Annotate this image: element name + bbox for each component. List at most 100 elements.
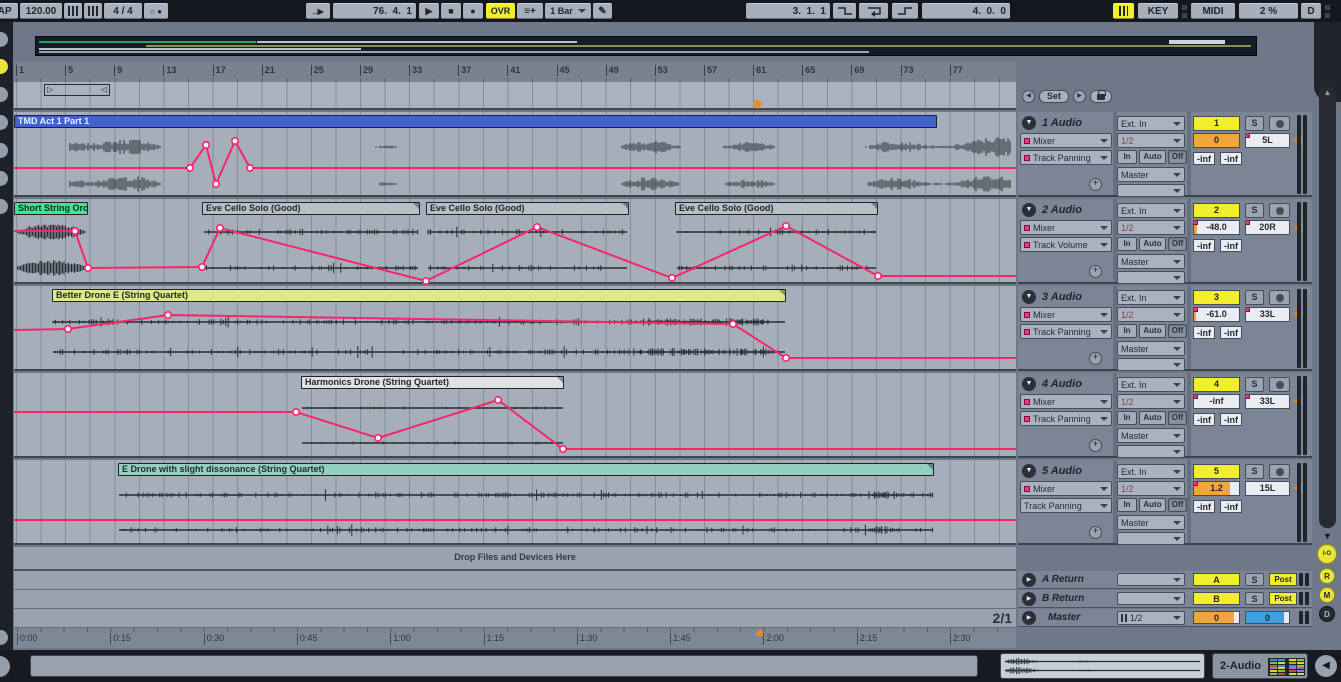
track-name[interactable]: 2 Audio: [1042, 204, 1082, 216]
monitor-auto-button[interactable]: Auto: [1139, 150, 1166, 164]
cue-volume-field[interactable]: 0: [1245, 611, 1290, 624]
output-channel-box[interactable]: [1117, 271, 1185, 284]
monitor-off-button[interactable]: Off: [1168, 411, 1187, 425]
input-type-select[interactable]: Ext. In: [1117, 203, 1185, 218]
mixer-select[interactable]: Mixer: [1020, 220, 1112, 235]
prev-locator-button[interactable]: ◀: [1022, 90, 1035, 103]
draw-mode-button[interactable]: ✎: [593, 3, 612, 19]
clip[interactable]: Eve Cello Solo (Good): [426, 202, 629, 215]
solo-button[interactable]: S: [1245, 464, 1264, 479]
return-name[interactable]: A Return: [1042, 574, 1084, 585]
arm-button[interactable]: [1269, 377, 1290, 392]
delay-section-toggle[interactable]: D: [1319, 606, 1335, 622]
return-activator[interactable]: A: [1193, 573, 1240, 586]
loop-brace[interactable]: ▷◁: [44, 84, 110, 96]
track-header-5[interactable]: ▼5 AudioMixerTrack Panning+Ext. In1/2InA…: [1018, 460, 1312, 545]
monitor-auto-button[interactable]: Auto: [1139, 324, 1166, 338]
time-signature-field[interactable]: 4 / 4: [104, 3, 142, 19]
follow-button[interactable]: ‥▶: [306, 3, 330, 19]
tempo-field[interactable]: 120.00: [20, 3, 62, 19]
volume-field[interactable]: -61.0: [1193, 307, 1240, 322]
key-map-mode-button[interactable]: KEY: [1138, 3, 1178, 19]
monitor-in-button[interactable]: In: [1117, 237, 1137, 251]
loop-end-handle[interactable]: ◁: [101, 85, 107, 95]
clip[interactable]: TMD Act 1 Part 1: [14, 115, 937, 128]
monitor-in-button[interactable]: In: [1117, 498, 1137, 512]
set-locator-button[interactable]: Set: [1039, 90, 1069, 103]
stop-button[interactable]: ■: [441, 3, 461, 19]
view-toggle-icon[interactable]: [0, 115, 8, 130]
pre-post-toggle[interactable]: Post: [1269, 592, 1297, 605]
pan-field[interactable]: 15L: [1245, 481, 1290, 496]
hide-detail-view-button[interactable]: ◀: [1315, 655, 1337, 677]
master-lane[interactable]: 2/1: [14, 609, 1016, 628]
return-solo-button[interactable]: S: [1245, 592, 1264, 605]
browser-toggle-active-icon[interactable]: [0, 59, 8, 74]
volume-field[interactable]: 1.2: [1193, 481, 1240, 496]
track-header-2[interactable]: ▼2 AudioMixerTrack Volume+Ext. In1/2InAu…: [1018, 199, 1312, 284]
punch-out-button[interactable]: [892, 3, 918, 19]
track-fold-button[interactable]: ▼: [1022, 464, 1036, 478]
return-channel-box[interactable]: [1117, 592, 1185, 605]
input-channel-select[interactable]: 1/2: [1117, 133, 1185, 148]
loop-start-handle[interactable]: ▷: [47, 85, 53, 95]
track-header-3[interactable]: ▼3 AudioMixerTrack Panning+Ext. In1/2InA…: [1018, 286, 1312, 371]
beat-time-ruler[interactable]: 1591317212529333741454953576165697377: [14, 62, 1016, 82]
master-name[interactable]: Master: [1048, 612, 1080, 623]
volume-field[interactable]: -48.0: [1193, 220, 1240, 235]
clip-overview[interactable]: [1000, 653, 1205, 679]
output-select[interactable]: Master: [1117, 341, 1185, 356]
track-fold-button[interactable]: ▼: [1022, 377, 1036, 391]
solo-button[interactable]: S: [1245, 203, 1264, 218]
mixer-section-toggle[interactable]: M: [1319, 587, 1335, 603]
device-parameter-select[interactable]: Track Panning: [1020, 411, 1112, 426]
input-channel-select[interactable]: 1/2: [1117, 394, 1185, 409]
monitor-in-button[interactable]: In: [1117, 150, 1137, 164]
add-automation-lane-button[interactable]: +: [1089, 265, 1102, 278]
loop-length-field[interactable]: 4. 0. 0: [922, 3, 1010, 19]
info-view-toggle-icon[interactable]: [0, 656, 10, 677]
view-toggle-icon[interactable]: [0, 171, 8, 186]
return-fold-button[interactable]: ▶: [1022, 573, 1036, 587]
cue-output-select[interactable]: 1/2: [1117, 611, 1185, 625]
return-fold-button[interactable]: ▶: [1022, 592, 1036, 606]
pre-post-toggle[interactable]: Post: [1269, 573, 1297, 586]
computer-midi-keyboard-button[interactable]: [1113, 3, 1134, 19]
solo-button[interactable]: S: [1245, 377, 1264, 392]
record-button[interactable]: ●: [463, 3, 483, 19]
view-toggle-icon[interactable]: [0, 87, 8, 102]
output-channel-box[interactable]: [1117, 184, 1185, 197]
track-fold-button[interactable]: ▼: [1022, 203, 1036, 217]
return-header-A[interactable]: ▶ A Return AS Post: [1018, 571, 1312, 589]
disk-overload-indicator[interactable]: D: [1301, 3, 1321, 19]
input-type-select[interactable]: Ext. In: [1117, 377, 1185, 392]
return-header-B[interactable]: ▶B ReturnBSPost: [1018, 590, 1312, 608]
clip[interactable]: Better Drone E (String Quartet): [52, 289, 786, 302]
track-activator[interactable]: 3: [1193, 290, 1240, 305]
clip[interactable]: Eve Cello Solo (Good): [202, 202, 420, 215]
nudge-up-button[interactable]: [84, 3, 102, 19]
tap-tempo-button[interactable]: TAP: [0, 3, 18, 19]
selected-clip-box[interactable]: 2-Audio: [1212, 653, 1308, 679]
loop-start-field[interactable]: 3. 1. 1: [746, 3, 830, 19]
punch-in-button[interactable]: [833, 3, 856, 19]
add-automation-lane-button[interactable]: +: [1089, 178, 1102, 191]
device-parameter-select[interactable]: Track Panning: [1020, 150, 1112, 165]
clip[interactable]: E Drone with slight dissonance (String Q…: [118, 463, 934, 476]
master-volume-field[interactable]: 0: [1193, 611, 1240, 624]
returns-section-toggle[interactable]: R: [1319, 568, 1335, 584]
monitor-off-button[interactable]: Off: [1168, 498, 1187, 512]
return-solo-button[interactable]: S: [1245, 573, 1264, 586]
clip[interactable]: Harmonics Drone (String Quartet): [301, 376, 564, 389]
monitor-in-button[interactable]: In: [1117, 324, 1137, 338]
loop-switch[interactable]: [859, 3, 888, 19]
track-activator[interactable]: 5: [1193, 464, 1240, 479]
arm-button[interactable]: [1269, 116, 1290, 131]
output-channel-box[interactable]: [1117, 358, 1185, 371]
monitor-auto-button[interactable]: Auto: [1139, 411, 1166, 425]
input-channel-select[interactable]: 1/2: [1117, 481, 1185, 496]
arrangement-position-field[interactable]: 76. 4. 1: [333, 3, 416, 19]
return-activator[interactable]: B: [1193, 592, 1240, 605]
add-automation-lane-button[interactable]: +: [1089, 526, 1102, 539]
quantization-select[interactable]: 1 Bar: [545, 3, 591, 19]
